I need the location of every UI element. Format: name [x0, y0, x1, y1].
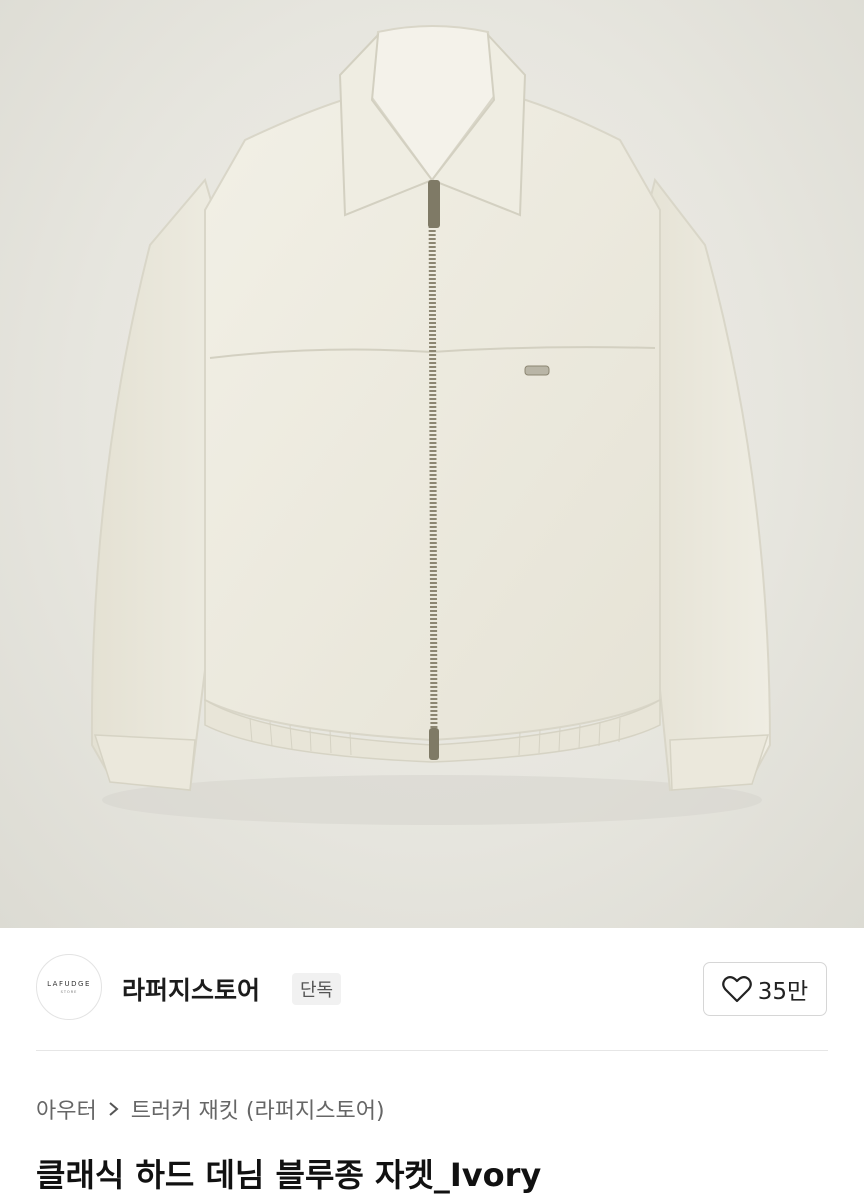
breadcrumb-subcategory[interactable]: 트러커 재킷 (라퍼지스토어)	[131, 1093, 385, 1125]
divider	[36, 1050, 828, 1051]
brand-logo-text: LAFUDGE	[47, 979, 91, 988]
breadcrumb-category[interactable]: 아우터	[36, 1093, 97, 1125]
like-button[interactable]: 35만	[703, 962, 827, 1016]
like-count: 35만	[757, 979, 809, 1005]
heart-outline-icon	[721, 976, 752, 1003]
product-title: 클래식 하드 데님 블루종 자켓_Ivory	[36, 1156, 542, 1194]
brand-logo-subtext: STORE	[60, 989, 78, 994]
product-image[interactable]	[0, 0, 864, 928]
brand-name-link[interactable]: 라퍼지스토어	[122, 971, 260, 1007]
brand-logo[interactable]: LAFUDGE STORE	[36, 954, 102, 1020]
jacket-illustration	[90, 25, 772, 825]
breadcrumb: 아우터 트러커 재킷 (라퍼지스토어)	[36, 1093, 385, 1125]
exclusive-badge: 단독	[292, 973, 342, 1005]
chevron-right-icon	[109, 1102, 119, 1116]
